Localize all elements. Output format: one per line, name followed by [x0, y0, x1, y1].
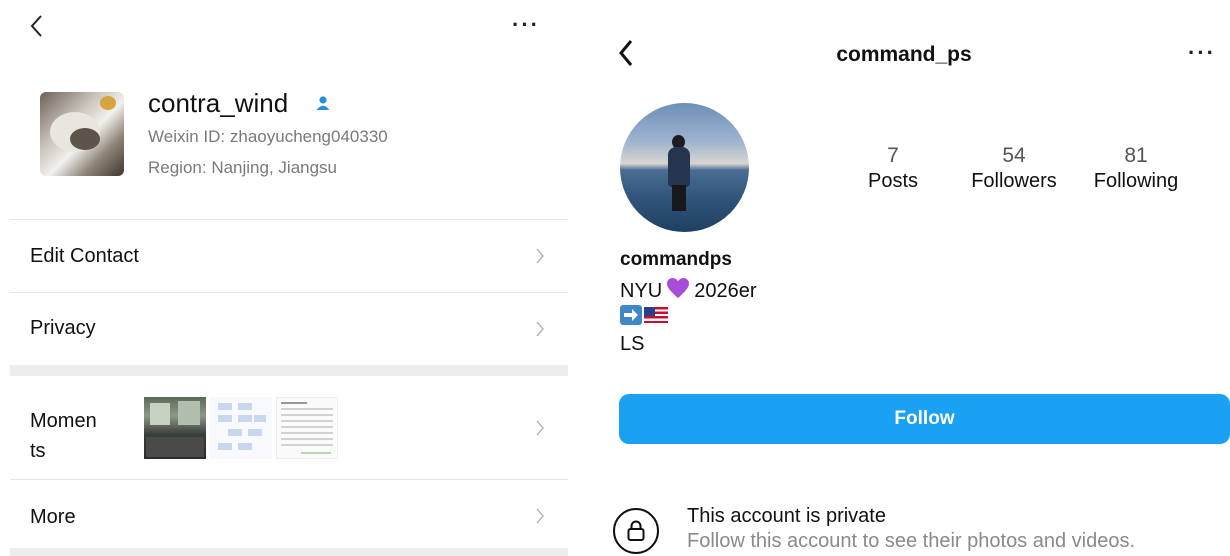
- followers-label: Followers: [971, 170, 1057, 192]
- section-gap: [10, 548, 568, 556]
- followers-count: 54: [1002, 144, 1026, 167]
- moments-label: Momen ts: [30, 410, 97, 462]
- chevron-right-icon: [535, 320, 545, 338]
- more-options-icon[interactable]: ···: [512, 12, 540, 38]
- moments-thumbnail[interactable]: [210, 397, 272, 459]
- private-account-title: This account is private: [687, 505, 886, 527]
- weixin-id: Weixin ID: zhaoyucheng040330: [148, 127, 388, 146]
- moments-thumbnail[interactable]: [276, 397, 338, 459]
- more-label: More: [30, 506, 76, 528]
- edit-contact-label: Edit Contact: [30, 245, 139, 267]
- follow-button[interactable]: Follow: [619, 394, 1230, 444]
- privacy-row[interactable]: Privacy: [10, 293, 568, 365]
- bio-line: NYU 2026er: [620, 277, 757, 305]
- chevron-right-icon: [535, 507, 545, 525]
- section-gap: [10, 365, 568, 376]
- back-icon[interactable]: [28, 12, 48, 40]
- display-name: commandps: [620, 249, 732, 270]
- us-flag-icon: [644, 307, 668, 323]
- following-label: Following: [1093, 170, 1179, 192]
- moments-thumbnail[interactable]: [144, 397, 206, 459]
- right-arrow-icon: [620, 305, 642, 325]
- instagram-profile-panel: command_ps ··· 7 Posts 54 Followers 81 F…: [578, 0, 1230, 556]
- following-count: 81: [1124, 144, 1148, 167]
- chevron-right-icon: [535, 247, 545, 265]
- edit-contact-row[interactable]: Edit Contact: [10, 220, 568, 292]
- region: Region: Nanjing, Jiangsu: [148, 158, 338, 177]
- more-row[interactable]: More: [10, 480, 568, 548]
- bio-emoji-line: [620, 305, 668, 327]
- posts-label: Posts: [867, 170, 919, 192]
- following-stat[interactable]: 81 Following: [1086, 144, 1186, 193]
- followers-stat[interactable]: 54 Followers: [964, 144, 1064, 193]
- profile-username-header: command_ps: [836, 43, 972, 66]
- contact-name: contra_wind: [148, 88, 289, 118]
- private-account-subtitle: Follow this account to see their photos …: [687, 530, 1136, 552]
- avatar[interactable]: [620, 103, 749, 232]
- privacy-label: Privacy: [30, 317, 96, 339]
- posts-stat[interactable]: 7 Posts: [858, 144, 928, 193]
- lock-icon: [613, 508, 659, 554]
- avatar[interactable]: [40, 92, 124, 176]
- more-options-icon[interactable]: ···: [1188, 40, 1216, 66]
- posts-count: 7: [887, 144, 899, 167]
- person-icon: [315, 95, 331, 111]
- purple-heart-icon: [666, 277, 690, 305]
- chevron-right-icon: [535, 419, 545, 437]
- wechat-profile-panel: ··· contra_wind Weixin ID: zhaoyucheng04…: [0, 0, 578, 556]
- bio-line: LS: [620, 333, 645, 355]
